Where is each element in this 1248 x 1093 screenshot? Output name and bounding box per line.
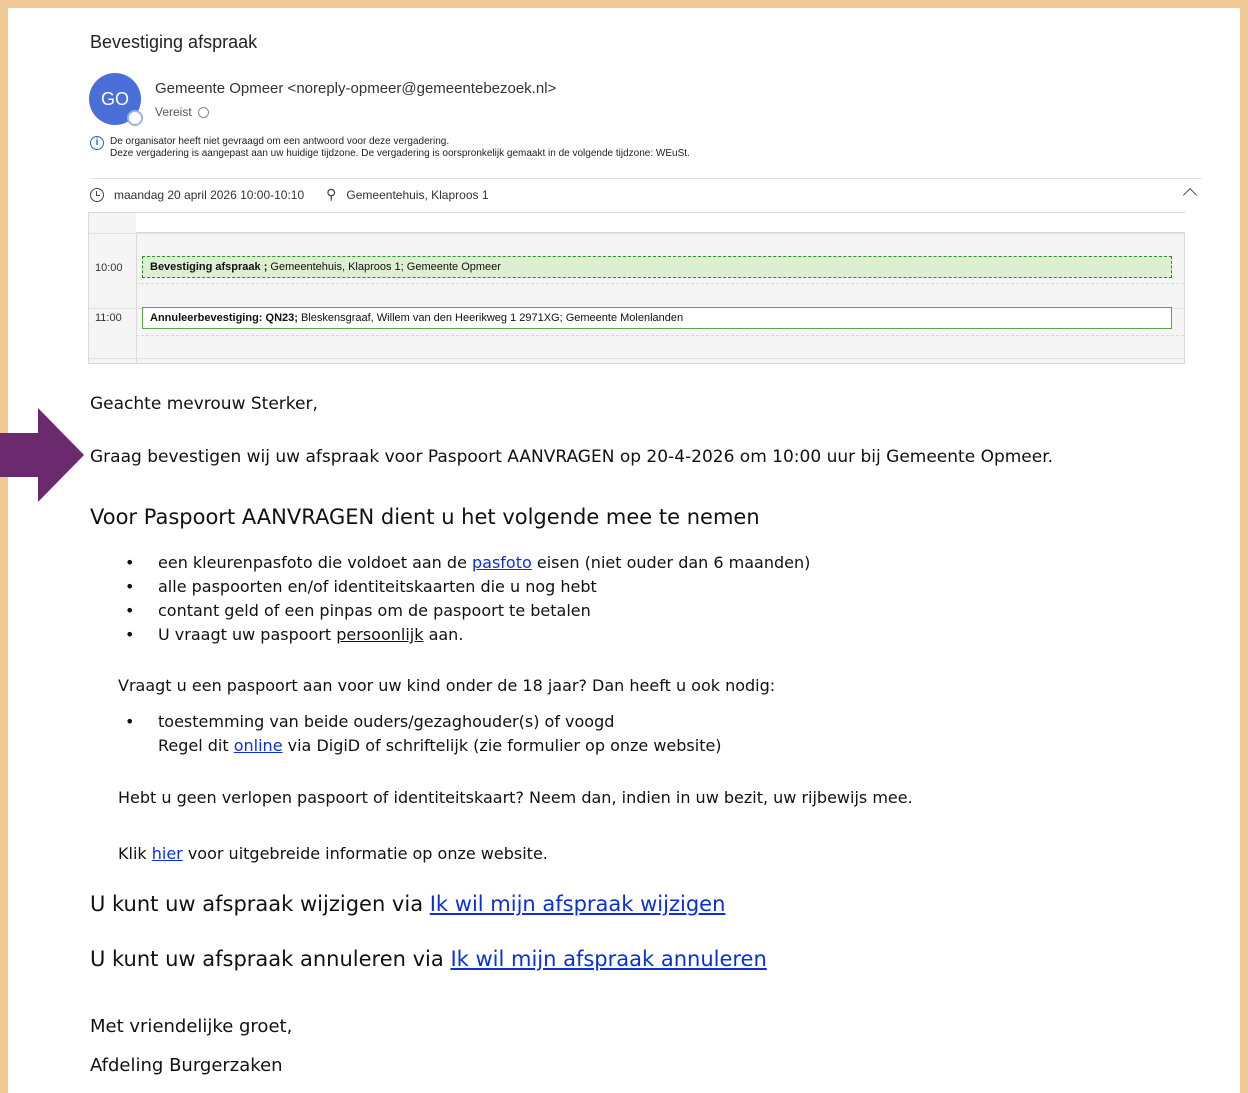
text: U kunt uw afspraak wijzigen via [90,892,430,916]
event-details: Gemeentehuis, Klaproos 1; Gemeente Opmee… [267,261,501,273]
info-line-1: De organisator heeft niet gevraagd om ee… [110,136,450,147]
meeting-info: i De organisator heeft niet gevraagd om … [90,136,690,160]
list-item-subtext: Regel dit online via DigiD of schrifteli… [158,734,722,758]
pasfoto-link[interactable]: pasfoto [472,553,532,572]
text: U kunt uw afspraak annuleren via [90,947,451,971]
list-item-text: een kleurenpasfoto die voldoet aan de [158,553,472,572]
calendar-event-current[interactable]: Bevestiging afspraak ; Gemeentehuis, Kla… [142,256,1172,278]
child-question: Vraagt u een paspoort aan voor uw kind o… [118,676,776,695]
location-pin-icon: ⚲ [326,186,337,202]
expired-note: Hebt u geen verlopen paspoort of identit… [118,788,913,807]
calendar-hour-line [89,233,1184,234]
calendar-hour-line [89,358,1184,359]
sender[interactable]: Gemeente Opmeer <noreply-opmeer@gemeente… [155,80,556,97]
cancel-appointment-link[interactable]: Ik wil mijn afspraak annuleren [450,947,766,971]
text: Klik [118,844,152,863]
change-appointment: U kunt uw afspraak wijzigen via Ik wil m… [90,892,725,916]
meeting-datetime: maandag 20 april 2026 10:00-10:10 [114,187,305,202]
online-link[interactable]: online [234,736,283,755]
department: Afdeling Burgerzaken [90,1055,283,1076]
meeting-details: maandag 20 april 2026 10:00-10:10 ⚲ Geme… [90,186,489,203]
event-details: Bleskensgraaf, Willem van den Heerikweg … [297,312,684,324]
meeting-location[interactable]: Gemeentehuis, Klaproos 1 [346,188,488,202]
info-icon: i [90,136,104,150]
greeting: Geachte mevrouw Sterker, [90,394,318,414]
email-frame [0,0,1248,1093]
list-item-text: Regel dit [158,736,234,755]
calendar-event-cancelled[interactable]: Annuleerbevestiging: QN23; Bleskensgraaf… [142,307,1172,329]
arrow-right-icon [0,408,84,502]
list-item-text: aan. [423,625,464,644]
info-line-2: Deze vergadering is aangepast aan uw hui… [110,148,690,159]
calendar-time-separator [136,233,137,363]
confirmation-text: Graag bevestigen wij uw afspraak voor Pa… [90,447,1054,467]
calendar-preview: 10:00 11:00 [88,212,1185,364]
email-subject: Bevestiging afspraak [90,32,258,52]
list-item-text: U vraagt uw paspoort [158,625,337,644]
hier-link[interactable]: hier [152,844,183,863]
child-requirements-list: toestemming van beide ouders/gezaghouder… [125,710,722,758]
response-status-icon [197,106,209,118]
list-item-text: eisen (niet ouder dan 6 maanden) [531,553,811,572]
closing: Met vriendelijke groet, [90,1016,293,1037]
divider [90,178,1202,179]
calendar-time-label: 11:00 [95,312,122,324]
clock-icon [90,187,104,202]
list-item: U vraagt uw paspoort persoonlijk aan. [125,623,810,647]
list-item-text: toestemming van beide ouders/gezaghouder… [158,712,615,731]
persoonlijk-text: persoonlijk [336,625,424,644]
calendar-time-label: 10:00 [95,262,123,274]
calendar-header [136,213,1185,233]
list-item: contant geld of een pinpas om de paspoor… [125,599,810,623]
list-item: alle paspoorten en/of identiteitskaarten… [125,575,810,599]
event-title: Bevestiging afspraak ; [150,261,268,273]
change-appointment-link[interactable]: Ik wil mijn afspraak wijzigen [430,892,726,916]
required-attendee: Vereist [155,105,209,119]
list-item-text: via DigiD of schriftelijk (zie formulier… [282,736,722,755]
website-info: Klik hier voor uitgebreide informatie op… [118,844,548,863]
calendar-half-hour-line [136,335,1184,336]
text: voor uitgebreide informatie op onze webs… [182,844,548,863]
cancel-appointment: U kunt uw afspraak annuleren via Ik wil … [90,947,767,971]
requirements-list: een kleurenpasfoto die voldoet aan de pa… [125,551,810,647]
required-label: Vereist [155,105,192,119]
presence-status-icon [127,110,143,126]
requirements-heading: Voor Paspoort AANVRAGEN dient u het volg… [90,505,760,529]
calendar-half-hour-line [136,283,1184,284]
avatar-initials: GO [100,88,129,109]
list-item: een kleurenpasfoto die voldoet aan de pa… [125,551,810,575]
event-title: Annuleerbevestiging: QN23; [150,312,298,324]
list-item: toestemming van beide ouders/gezaghouder… [125,710,722,758]
